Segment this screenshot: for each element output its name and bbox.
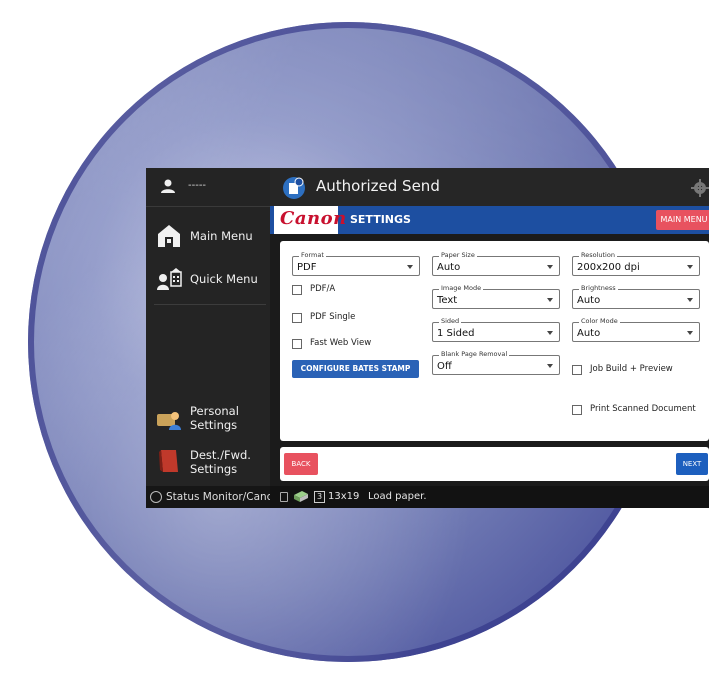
checkbox-box [292, 313, 302, 323]
blank-page-removal-value: Off [437, 361, 452, 372]
app-title: Authorized Send [316, 177, 440, 195]
format-value: PDF [297, 262, 317, 273]
quick-menu-icon [157, 268, 182, 290]
next-button[interactable]: NEXT [676, 453, 708, 475]
back-button[interactable]: BACK [284, 453, 318, 475]
main-panel: Authorized Send Canon SETTINGS MAIN MENU… [270, 168, 709, 508]
nav-divider [154, 304, 266, 305]
status-bar: 3 13x19 Load paper. [270, 486, 709, 508]
nav-item-main-menu[interactable]: Main Menu [146, 221, 270, 251]
chevron-down-icon [687, 331, 693, 335]
nav-item-label-line1: Dest./Fwd. [190, 448, 251, 462]
canon-logo: Canon [274, 206, 346, 234]
printer-touch-screen: ----- Main Menu Quick Menu Personal Sett… [146, 168, 709, 508]
left-nav: ----- Main Menu Quick Menu Personal Sett… [146, 168, 282, 508]
color-mode-label: Color Mode [579, 317, 620, 325]
paper-size-value: Auto [437, 262, 461, 273]
nav-item-quick-menu[interactable]: Quick Menu [146, 264, 270, 294]
status-monitor-icon [150, 491, 162, 503]
main-menu-button[interactable]: MAIN MENU [656, 210, 709, 230]
pdfa-label: PDF/A [310, 284, 336, 294]
image-mode-label: Image Mode [439, 284, 484, 292]
home-icon [158, 225, 180, 247]
chevron-down-icon [687, 265, 693, 269]
paper-size-select[interactable]: Paper Size Auto [432, 251, 560, 276]
canon-logo-text: Canon [280, 208, 347, 229]
pdf-single-label: PDF Single [310, 312, 356, 322]
image-mode-value: Text [437, 295, 458, 306]
header-bar: Canon SETTINGS MAIN MENU [270, 206, 709, 234]
personal-settings-icon [157, 412, 181, 430]
chevron-down-icon [547, 364, 553, 368]
brightness-value: Auto [577, 295, 601, 306]
chevron-down-icon [547, 331, 553, 335]
book-icon [159, 450, 178, 472]
status-monitor-button[interactable]: Status Monitor/Cancel [146, 486, 282, 508]
user-area[interactable]: ----- [146, 168, 270, 207]
nav-item-dest-fwd-settings[interactable]: Dest./Fwd. Settings [146, 446, 270, 480]
user-icon [161, 179, 175, 193]
sided-value: 1 Sided [437, 328, 475, 339]
checkbox-box [572, 365, 582, 375]
sided-select[interactable]: Sided 1 Sided [432, 317, 560, 342]
chevron-down-icon [547, 298, 553, 302]
page-title: SETTINGS [350, 213, 411, 226]
job-build-preview-label: Job Build + Preview [590, 364, 673, 374]
resolution-select[interactable]: Resolution 200x200 dpi [572, 251, 700, 276]
footer-bar: BACK NEXT [280, 447, 709, 481]
checkbox-box [292, 285, 302, 295]
chevron-down-icon [687, 298, 693, 302]
brightness-select[interactable]: Brightness Auto [572, 284, 700, 309]
brightness-label: Brightness [579, 284, 618, 292]
user-name: ----- [188, 180, 207, 191]
nav-item-label: Quick Menu [190, 272, 258, 286]
checkbox-box [292, 339, 302, 349]
nav-item-label-line2: Settings [190, 418, 238, 432]
gear-icon[interactable] [690, 178, 709, 198]
tray-number: 3 [314, 491, 325, 503]
image-mode-select[interactable]: Image Mode Text [432, 284, 560, 309]
sided-label: Sided [439, 317, 462, 325]
nav-item-personal-settings[interactable]: Personal Settings [146, 402, 270, 436]
resolution-label: Resolution [579, 251, 617, 259]
resolution-value: 200x200 dpi [577, 262, 640, 273]
nav-item-label: Main Menu [190, 229, 253, 243]
settings-panel: Format PDF PDF/A PDF Single Fast Web Vie… [280, 241, 709, 441]
nav-item-label-line1: Personal [190, 404, 239, 418]
authorized-send-icon [283, 177, 305, 199]
configure-bates-stamp-button[interactable]: CONFIGURE BATES STAMP [292, 360, 419, 378]
fast-web-view-label: Fast Web View [310, 338, 372, 348]
paper-size-label: Paper Size [439, 251, 477, 259]
status-message: Load paper. [368, 491, 427, 502]
title-bar: Authorized Send [270, 168, 709, 206]
blank-page-removal-label: Blank Page Removal [439, 350, 510, 358]
print-scanned-document-label: Print Scanned Document [590, 404, 696, 414]
color-mode-select[interactable]: Color Mode Auto [572, 317, 700, 342]
lock-icon [280, 492, 288, 502]
chevron-down-icon [547, 265, 553, 269]
status-monitor-label: Status Monitor/Cancel [166, 491, 282, 503]
format-label: Format [299, 251, 326, 259]
paper-size-status: 13x19 [328, 491, 360, 502]
blank-page-removal-select[interactable]: Blank Page Removal Off [432, 350, 560, 375]
nav-item-label-line2: Settings [190, 462, 238, 476]
chevron-down-icon [407, 265, 413, 269]
paper-tray-icon [294, 491, 308, 502]
color-mode-value: Auto [577, 328, 601, 339]
checkbox-box [572, 405, 582, 415]
format-select[interactable]: Format PDF [292, 251, 420, 276]
